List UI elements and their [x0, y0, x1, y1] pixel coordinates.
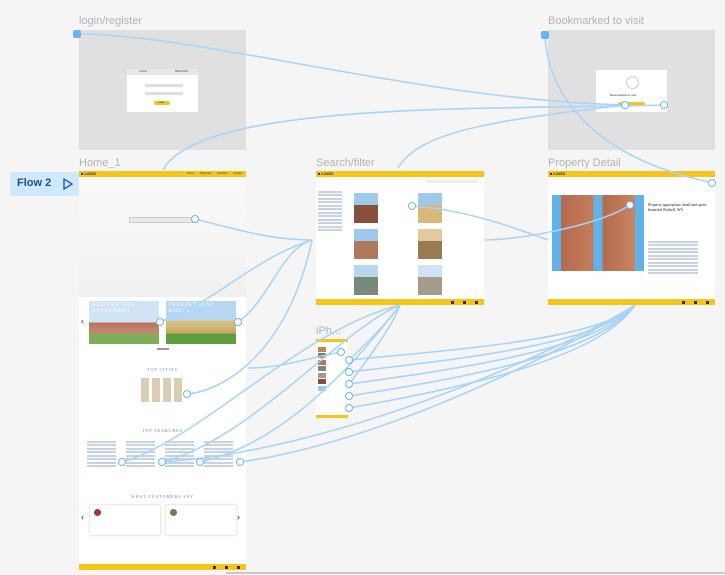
flow-label: Flow 2: [17, 177, 52, 189]
password-field[interactable]: [145, 92, 183, 95]
login-button[interactable]: LOGIN: [154, 101, 170, 105]
top-searches-heading: TOP SEARCHES: [142, 428, 183, 433]
connection-line: [348, 304, 636, 373]
connection-line: [348, 304, 401, 361]
iphone-navbar: [316, 339, 348, 342]
connector-handle[interactable]: [345, 392, 353, 400]
city-icons: [141, 378, 185, 402]
flow-start-handle[interactable]: [541, 31, 549, 39]
horizontal-scrollbar[interactable]: [226, 572, 725, 574]
connector-handle[interactable]: [118, 458, 126, 466]
frame-label-search[interactable]: Search/filter: [316, 157, 375, 169]
connector-handle[interactable]: [156, 318, 164, 326]
connector-handle[interactable]: [621, 101, 629, 109]
username-field[interactable]: [145, 84, 183, 87]
tab-register[interactable]: REGISTER: [175, 69, 188, 75]
frame-label-login[interactable]: login/register: [79, 15, 142, 27]
property-footer: [548, 299, 715, 305]
connector-handle[interactable]: [708, 179, 716, 187]
connector-handle[interactable]: [158, 458, 166, 466]
search-bar[interactable]: [426, 180, 478, 183]
search-column-4[interactable]: [204, 439, 240, 469]
connector-handle[interactable]: [345, 368, 353, 376]
testimonial-card-1: [90, 505, 160, 535]
connection-line: [348, 304, 401, 385]
connector-handle[interactable]: [626, 201, 634, 209]
connector-handle[interactable]: [345, 380, 353, 388]
connector-handle[interactable]: [191, 215, 199, 223]
listing-image[interactable]: [354, 229, 378, 259]
testimonials-heading: WHAT CUSTOMERS SAY: [130, 494, 195, 499]
slide-title-independent: INDEPENDENT HOUSE: [169, 303, 215, 314]
flow-badge[interactable]: Flow 2: [10, 172, 79, 196]
slide-title-residential: RESIDENTIAL APARTMENT: [92, 303, 136, 314]
frame-bookmarked[interactable]: Bookmarked to visit: [548, 30, 715, 150]
carousel-dots[interactable]: [157, 348, 169, 350]
iphone-footer: [316, 415, 348, 418]
property-navbar: ■ LOGO: [548, 171, 715, 177]
chevron-left-icon[interactable]: ‹: [81, 316, 84, 326]
bookmark-card: Bookmarked to visit: [596, 70, 667, 112]
property-title: Property appropriate small and quite bea…: [648, 202, 707, 212]
connection-line: [237, 239, 313, 323]
listing-image[interactable]: [418, 193, 442, 223]
listing-image[interactable]: [354, 193, 378, 223]
search-footer: [316, 299, 484, 305]
connection-line: [348, 304, 636, 397]
search-logo[interactable]: ■ LOGO: [318, 171, 333, 177]
testimonial-card-2: [166, 505, 236, 535]
listing-image[interactable]: [418, 265, 442, 295]
residential-apartment-card[interactable]: RESIDENTIAL APARTMENT: [89, 301, 159, 344]
frame-label-iphone[interactable]: iPh...: [316, 325, 341, 337]
testimonial-next-icon[interactable]: ›: [237, 512, 240, 522]
connector-handle[interactable]: [337, 348, 345, 356]
connector-handle[interactable]: [196, 458, 204, 466]
search-column-2[interactable]: [126, 439, 162, 469]
check-icon: [626, 76, 639, 89]
connector-handle[interactable]: [408, 202, 416, 210]
avatar: [94, 509, 101, 516]
frame-label-bookmarked[interactable]: Bookmarked to visit: [548, 15, 644, 27]
connector-handle[interactable]: [183, 390, 191, 398]
connection-line: [348, 304, 636, 409]
property-logo[interactable]: ■ LOGO: [550, 171, 565, 177]
testimonial-prev-icon[interactable]: ‹: [81, 512, 84, 522]
login-button-label: LOGIN: [158, 102, 165, 104]
frame-login[interactable]: LOGIN REGISTER LOGIN: [79, 30, 246, 150]
search-navbar: ■ LOGO: [316, 171, 484, 177]
tab-login[interactable]: LOGIN: [139, 69, 147, 75]
property-description: [648, 239, 710, 276]
frame-home[interactable]: ■ LOGO Home Properties Favorites Contact…: [79, 171, 246, 570]
connector-handle[interactable]: [236, 458, 244, 466]
connector-handle[interactable]: [660, 101, 668, 109]
home-footer: [79, 564, 246, 570]
play-outline-icon[interactable]: [62, 178, 74, 190]
listing-image[interactable]: [354, 265, 378, 295]
connector-handle[interactable]: [345, 356, 353, 364]
frame-search[interactable]: ■ LOGO: [316, 171, 484, 305]
filter-panel[interactable]: [318, 189, 348, 233]
top-cities-heading: TOP CITIES: [147, 367, 178, 372]
listing-image[interactable]: [418, 229, 442, 259]
connection-line: [348, 304, 636, 361]
connector-handle[interactable]: [234, 318, 242, 326]
frame-property[interactable]: ■ LOGO Property appropriate small and qu…: [548, 171, 715, 305]
frame-label-property[interactable]: Property Detail: [548, 157, 621, 169]
flow-start-handle[interactable]: [73, 30, 81, 38]
connection-line: [348, 304, 636, 385]
iphone-list[interactable]: [318, 345, 328, 392]
connection-line: [239, 304, 636, 463]
home-search-input[interactable]: [129, 217, 197, 223]
frame-label-home[interactable]: Home_1: [79, 157, 121, 169]
connector-handle[interactable]: [345, 404, 353, 412]
avatar: [170, 509, 177, 516]
login-card: LOGIN REGISTER LOGIN: [127, 69, 198, 112]
bookmark-message: Bookmarked to visit: [610, 93, 637, 97]
hero-banner: [79, 177, 246, 297]
independent-house-card[interactable]: INDEPENDENT HOUSE: [166, 301, 236, 344]
